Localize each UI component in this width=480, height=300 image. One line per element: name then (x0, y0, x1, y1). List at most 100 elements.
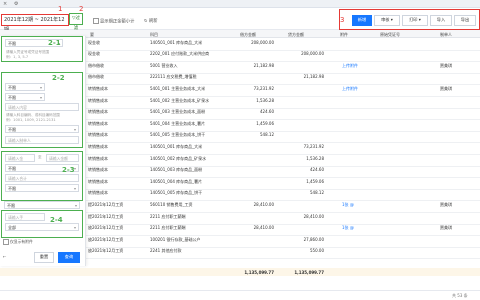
cell-summary: 转销售成本 (88, 132, 108, 138)
cell-summary: 转销售成本 (88, 167, 108, 173)
cell-debit: 424.60 (260, 109, 274, 115)
cell-account: 560110 销售费用_工资 (150, 201, 193, 207)
cell-debit: 73,231.92 (253, 85, 274, 91)
cell-debit: 548.12 (260, 132, 274, 138)
filter-section-attachment: 请输入手 全部 ▾ (1, 210, 83, 238)
cell-attachment[interactable]: 1张 @ (342, 202, 354, 208)
gear-icon[interactable]: ⚙ (14, 1, 18, 7)
print-button[interactable]: 打印 ▾ (402, 15, 428, 26)
cell-debit: 1,459.06 (256, 120, 274, 126)
cell-credit: 73,231.92 (303, 143, 324, 149)
cell-summary: 转销售成本 (88, 120, 108, 126)
marker-2-3: 2-3 (62, 166, 75, 174)
export-button[interactable]: 导出 (454, 15, 476, 26)
close-icon[interactable]: × (3, 1, 7, 7)
cell-account: 100201 银行存款_基础公户 (150, 236, 201, 242)
cell-account: 2241 其他应付款 (150, 248, 182, 254)
cell-account: 2202_001 应付账款_大米供应商 (150, 51, 210, 57)
cell-account: 140501_001 库存商品_大米 (150, 143, 203, 149)
cell-account: 140501_005 库存商品_饼干 (150, 190, 203, 196)
cell-credit: 550.00 (310, 248, 324, 254)
maker-input[interactable]: 请输入制单人 (5, 136, 79, 144)
query-button[interactable]: 查询 (58, 252, 80, 263)
cell-account: 5401_002 主营业务成本_矿泉水 (150, 97, 210, 103)
cell-summary: 转销售成本 (88, 85, 108, 91)
cell-summary: 提2021年12月工资 (88, 213, 124, 219)
cell-credit: 21,182.98 (303, 74, 324, 80)
cell-summary: 转销售成本 (88, 178, 108, 184)
cell-attachment[interactable]: 1张 @ (342, 225, 354, 231)
cell-credit: 1,459.06 (306, 178, 324, 184)
new-button[interactable]: 新增 (352, 15, 372, 26)
amount-separator: 至 (38, 155, 42, 159)
show-balance-checkbox[interactable]: 显示期正金额小计 (93, 18, 134, 25)
sum-input[interactable]: 请输入合计 (5, 174, 79, 182)
cell-maker: 贾美琪 (440, 85, 452, 91)
filter-section-amount: 请输入金 至 请输入金额 不限 ▾ 请输入合计 不限 ▾ (1, 151, 83, 201)
cell-account: 2211 应付职工薪酬 (150, 225, 186, 231)
cell-account: 5401_004 主营业务成本_薯片 (150, 120, 206, 126)
cell-account: 5401_005 主营业务成本_饼干 (150, 132, 206, 138)
cell-debit: 208,000.00 (251, 39, 274, 45)
cell-credit: 424.60 (310, 167, 324, 173)
account-select-2[interactable]: 不限 ▾ (5, 93, 45, 101)
cell-account: 140501_001 库存商品_大米 (150, 39, 203, 45)
cell-account: 2211 应付职工薪酬 (150, 213, 186, 219)
cell-account: 5001 营业收入 (150, 62, 178, 68)
amount-select-2[interactable]: 不限 ▾ (5, 184, 79, 192)
attachment-input[interactable]: 请输入手 (5, 213, 45, 221)
date-range-picker[interactable]: 2021年12期 ~ 2021年12期 (1, 14, 69, 33)
cell-summary: 借市借收 (88, 62, 104, 68)
filter-panel: 不限 ▾ 请输入凭证号或凭证号范围 例：1, 3, 5-7 2-1 不限 ▾ 不限 ▾… (0, 36, 86, 266)
cell-account: 140501_003 库存商品_面粉 (150, 167, 203, 173)
amount-select-3[interactable]: 不限 ▾ (4, 201, 80, 209)
cell-credit: 208,000.00 (301, 51, 324, 57)
total-debit: 1,135,099.77 (244, 269, 274, 275)
marker-2-4: 2-4 (50, 216, 63, 224)
arrow-left-icon[interactable]: ← (3, 254, 6, 259)
cell-credit: 27,860.00 (303, 236, 324, 242)
total-row: 1,135,099.77 1,135,099.77 (0, 268, 480, 276)
account-input[interactable]: 请输入内容 (5, 103, 79, 111)
cell-debit: 21,182.98 (253, 62, 274, 68)
cell-account: 140501_002 库存商品_矿泉水 (150, 155, 207, 161)
marker-1: 1 (58, 5, 63, 13)
refresh-button[interactable]: ↻ 刷新 (144, 18, 158, 24)
cell-debit: 28,410.00 (253, 225, 274, 231)
total-credit: 1,135,099.77 (294, 269, 324, 275)
filter-button[interactable]: ▽过滤 (69, 13, 83, 31)
tab-bar: × ⚙ (0, 0, 480, 8)
amount-to-input[interactable]: 请输入金额 (46, 154, 79, 162)
cell-summary: 放2021年12月工资 (88, 248, 124, 254)
import-button[interactable]: 导入 (430, 15, 452, 26)
cell-credit: 548.12 (310, 190, 324, 196)
amount-from-input[interactable]: 请输入金 (5, 154, 35, 162)
account-select-3[interactable]: 不限 ▾ (5, 125, 79, 133)
cell-summary: 转销售成本 (88, 109, 108, 115)
cell-attachment[interactable]: 上传附件 (342, 63, 358, 69)
total-count: 共 53 条 (452, 293, 468, 298)
attachment-select[interactable]: 全部 ▾ (5, 223, 79, 231)
audit-button[interactable]: 审核 ▾ (374, 15, 400, 26)
footer-bar: 共 53 条 (0, 290, 480, 300)
action-button-group: 新增 审核 ▾ 打印 ▾ 导入 导出 (339, 9, 480, 30)
reset-button[interactable]: 重置 (34, 252, 54, 263)
cell-summary: 转销售成本 (88, 190, 108, 196)
cell-debit: 1,536.28 (256, 97, 274, 103)
marker-2: 2 (79, 5, 84, 13)
cell-summary: 放2021年12月工资 (88, 236, 124, 242)
cell-summary: 现金收 (88, 39, 100, 45)
cell-account: 5401_001 主营业务成本_大米 (150, 85, 206, 91)
account-select-1[interactable]: 不限 ▾ (5, 83, 45, 91)
cell-credit: 1,536.28 (306, 155, 324, 161)
attachment-only-checkbox[interactable]: 仅显示有附件 (3, 239, 33, 245)
cell-account: 5401_003 主营业务成本_面粉 (150, 109, 206, 115)
cell-attachment[interactable]: 上传附件 (342, 86, 358, 92)
voucher-hint-example: 例：1, 3, 5-7 (6, 55, 29, 59)
marker-2-1: 2-1 (48, 39, 61, 47)
cell-summary: 现金收 (88, 51, 100, 57)
filter-section-voucher: 不限 ▾ 请输入凭证号或凭证号范围 例：1, 3, 5-7 (1, 36, 83, 62)
cell-summary: 提2021年12月工资 (88, 201, 124, 207)
cell-summary: 借市借收 (88, 74, 104, 80)
cell-account: 140501_004 库存商品_薯片 (150, 178, 203, 184)
